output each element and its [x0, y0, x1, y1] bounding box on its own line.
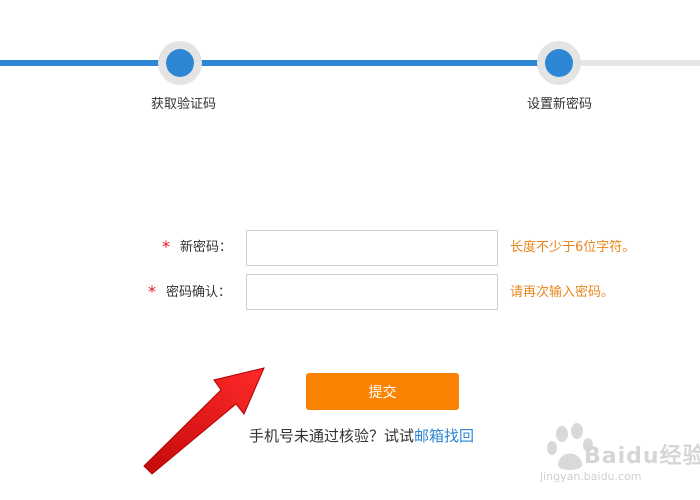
- watermark-brand: Baidu经验: [584, 444, 700, 469]
- watermark-url: jingyan.baidu.com: [540, 470, 642, 483]
